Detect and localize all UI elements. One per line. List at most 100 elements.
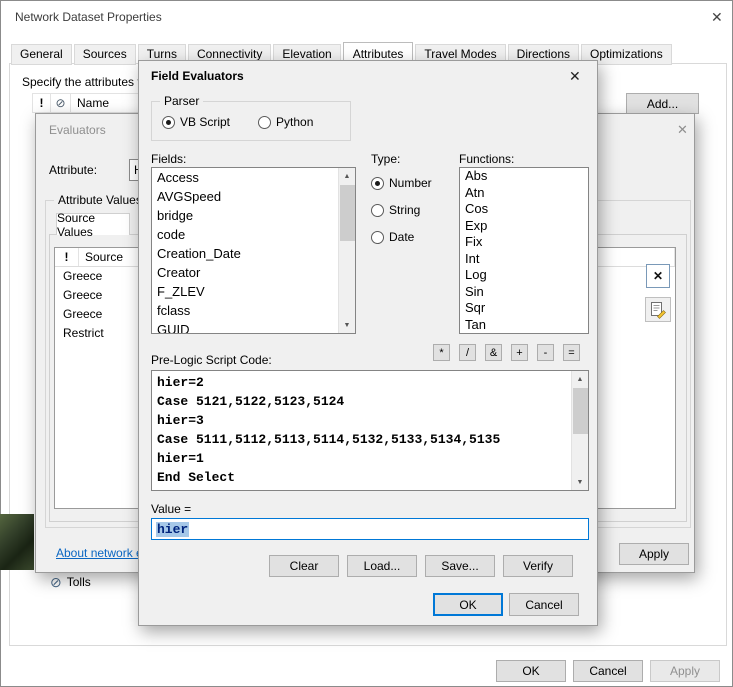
fields-scrollbar[interactable]: ▲ ▼ bbox=[338, 168, 355, 333]
restriction-icon: ⊘ bbox=[50, 573, 62, 590]
radio-icon bbox=[371, 176, 384, 190]
function-list-item[interactable]: Log bbox=[460, 267, 588, 284]
field-evaluators-dialog: Field Evaluators ✕ Parser VB Script Pyth… bbox=[138, 60, 598, 626]
parser-radio-option[interactable]: Python bbox=[258, 115, 313, 129]
scroll-down-icon[interactable]: ▼ bbox=[572, 474, 588, 490]
fields-label: Fields: bbox=[151, 152, 187, 166]
add-button[interactable]: Add... bbox=[626, 93, 699, 114]
radio-icon bbox=[258, 115, 272, 129]
type-radio-option[interactable]: Date bbox=[371, 230, 432, 244]
radio-label: Python bbox=[276, 115, 314, 129]
dialog-title: Field Evaluators bbox=[151, 69, 244, 83]
function-list-item[interactable]: Int bbox=[460, 251, 588, 268]
scroll-up-icon[interactable]: ▲ bbox=[572, 371, 588, 387]
cancel-button[interactable]: Cancel bbox=[509, 593, 579, 616]
attribute-row-tolls[interactable]: ⊘ Tolls bbox=[50, 572, 91, 592]
exclamation-icon[interactable]: ! bbox=[33, 94, 51, 112]
close-icon[interactable]: ✕ bbox=[569, 68, 581, 84]
field-list-item[interactable]: Creation_Date bbox=[152, 244, 338, 263]
function-list-item[interactable]: Tan bbox=[460, 317, 588, 334]
attribute-label: Attribute: bbox=[49, 163, 98, 177]
script-scrollbar[interactable]: ▲ ▼ bbox=[571, 371, 588, 490]
type-options: Number String Date bbox=[371, 176, 432, 244]
function-list-item[interactable]: Sqr bbox=[460, 300, 588, 317]
fields-list: Access AVGSpeed bridge code Creation_Date Cre… bbox=[152, 168, 338, 333]
close-icon[interactable]: ✕ bbox=[677, 122, 688, 138]
prohibit-icon[interactable]: ⊘ bbox=[51, 94, 71, 112]
operator-button[interactable]: - bbox=[537, 344, 554, 361]
parser-radio-option[interactable]: VB Script bbox=[162, 115, 230, 129]
function-list-item[interactable]: Sin bbox=[460, 284, 588, 301]
main-titlebar[interactable]: Network Dataset Properties ✕ bbox=[1, 1, 732, 33]
ok-button[interactable]: OK bbox=[433, 593, 503, 616]
radio-label: Number bbox=[389, 176, 432, 190]
scroll-down-icon[interactable]: ▼ bbox=[339, 317, 355, 333]
operator-button[interactable]: + bbox=[511, 344, 528, 361]
dialog-title: Evaluators bbox=[49, 123, 106, 137]
apply-button: Apply bbox=[650, 660, 720, 682]
close-icon[interactable]: ✕ bbox=[711, 9, 723, 25]
radio-icon bbox=[371, 203, 384, 217]
radio-label: VB Script bbox=[180, 115, 231, 129]
window-title: Network Dataset Properties bbox=[15, 10, 162, 24]
ok-button[interactable]: OK bbox=[496, 660, 566, 682]
field-list-item[interactable]: Creator bbox=[152, 263, 338, 282]
fields-listbox: Access AVGSpeed bridge code Creation_Date Cre… bbox=[151, 167, 356, 334]
field-list-item[interactable]: code bbox=[152, 225, 338, 244]
group-label: Attribute Values bbox=[54, 193, 146, 207]
clear-button[interactable]: Clear bbox=[269, 555, 339, 577]
about-network-evaluators-link[interactable]: About network e bbox=[56, 546, 143, 560]
operator-button[interactable]: * bbox=[433, 344, 450, 361]
value-label: Value = bbox=[151, 502, 192, 516]
field-list-item[interactable]: fclass bbox=[152, 301, 338, 320]
save-button[interactable]: Save... bbox=[425, 555, 495, 577]
attribute-row-label: Tolls bbox=[66, 575, 91, 589]
delete-icon: ✕ bbox=[652, 269, 664, 283]
scrollbar-thumb[interactable] bbox=[340, 185, 355, 241]
scrollbar-thumb[interactable] bbox=[573, 388, 588, 434]
functions-list: Abs Atn Cos Exp Fix Int Log Sin Sqr Tan bbox=[460, 168, 588, 333]
type-radio-option[interactable]: String bbox=[371, 203, 432, 217]
functions-label: Functions: bbox=[459, 152, 515, 166]
cancel-button[interactable]: Cancel bbox=[573, 660, 643, 682]
field-list-item[interactable]: F_ZLEV bbox=[152, 282, 338, 301]
prelogic-label: Pre-Logic Script Code: bbox=[151, 353, 272, 367]
tab-item[interactable]: General bbox=[11, 44, 72, 65]
operator-button[interactable]: & bbox=[485, 344, 502, 361]
operator-button[interactable]: = bbox=[563, 344, 580, 361]
operator-button[interactable]: / bbox=[459, 344, 476, 361]
parser-group-label: Parser bbox=[160, 94, 204, 108]
function-list-item[interactable]: Cos bbox=[460, 201, 588, 218]
field-list-item[interactable]: GUID bbox=[152, 320, 338, 333]
background-map-fragment bbox=[0, 514, 34, 570]
evaluators-apply-button[interactable]: Apply bbox=[619, 543, 689, 565]
function-list-item[interactable]: Abs bbox=[460, 168, 588, 185]
field-list-item[interactable]: AVGSpeed bbox=[152, 187, 338, 206]
function-list-item[interactable]: Atn bbox=[460, 185, 588, 202]
radio-label: Date bbox=[389, 230, 415, 244]
verify-button[interactable]: Verify bbox=[503, 555, 573, 577]
script-code-editor[interactable]: hier=2 Case 5121,5122,5123,5124 hier=3 C… bbox=[151, 370, 589, 491]
function-list-item[interactable]: Fix bbox=[460, 234, 588, 251]
function-list-item[interactable]: Exp bbox=[460, 218, 588, 235]
load-button[interactable]: Load... bbox=[347, 555, 417, 577]
instruction-text: Specify the attributes f bbox=[22, 75, 141, 89]
radio-icon bbox=[371, 230, 384, 244]
functions-listbox: Abs Atn Cos Exp Fix Int Log Sin Sqr Tan bbox=[459, 167, 589, 334]
field-list-item[interactable]: bridge bbox=[152, 206, 338, 225]
value-input[interactable]: hier bbox=[151, 518, 589, 540]
selected-value-text: hier bbox=[156, 521, 190, 537]
evaluator-properties-button[interactable] bbox=[645, 297, 671, 322]
radio-label: String bbox=[389, 203, 421, 217]
delete-evaluator-button[interactable]: ✕ bbox=[646, 264, 670, 288]
exclamation-column-header[interactable]: ! bbox=[55, 248, 79, 266]
field-evaluators-titlebar[interactable]: Field Evaluators ✕ bbox=[139, 61, 597, 91]
scroll-up-icon[interactable]: ▲ bbox=[339, 168, 355, 184]
type-radio-option[interactable]: Number bbox=[371, 176, 432, 190]
operator-buttons: * / & + - = bbox=[433, 344, 580, 361]
parser-group: Parser VB Script Python bbox=[151, 94, 351, 141]
tab-item[interactable]: Sources bbox=[73, 44, 136, 65]
tab-source-values[interactable]: Source Values bbox=[56, 211, 130, 239]
script-code-text: hier=2 Case 5121,5122,5123,5124 hier=3 C… bbox=[157, 375, 501, 485]
field-list-item[interactable]: Access bbox=[152, 168, 338, 187]
